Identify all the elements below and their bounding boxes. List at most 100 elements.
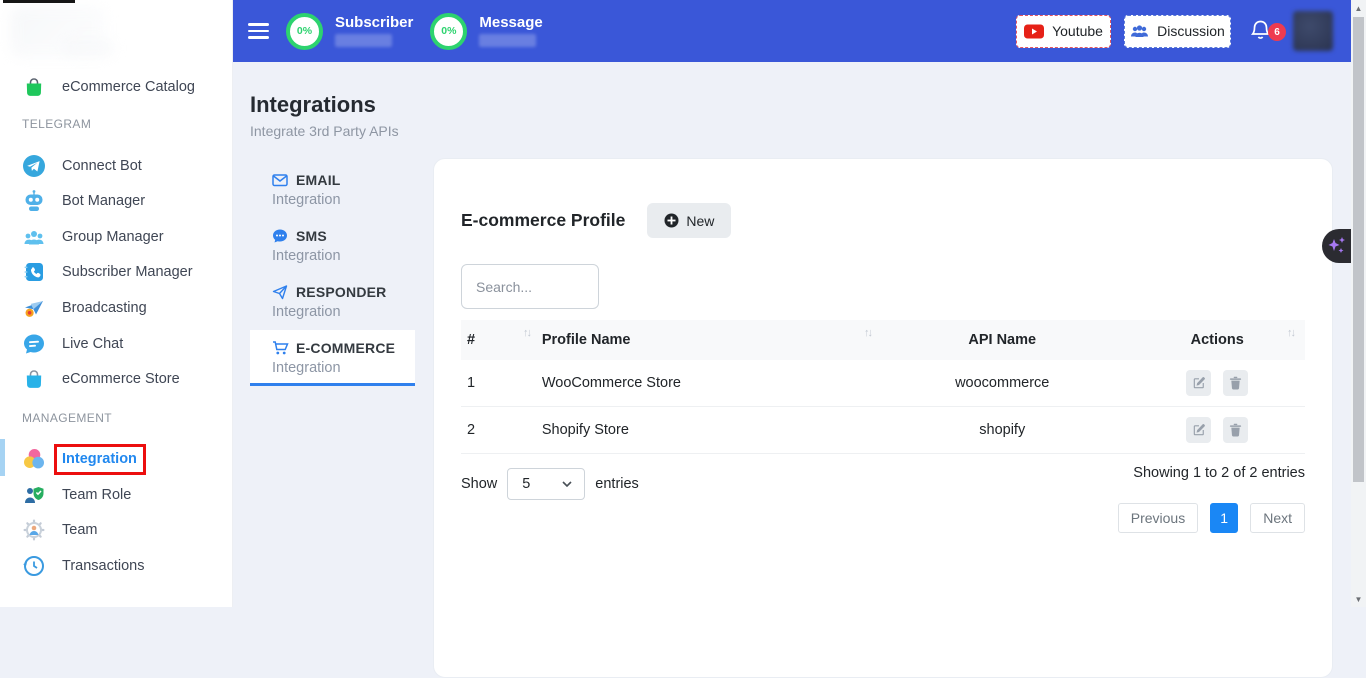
top-header: 0% Subscriber 0% Message Youtube Discuss… <box>233 0 1366 62</box>
vertical-scrollbar[interactable]: ▲ ▼ <box>1351 0 1366 607</box>
ai-assistant-button[interactable] <box>1322 229 1351 263</box>
subnav-item-email[interactable]: EMAIL Integration <box>250 162 415 218</box>
new-button-label: New <box>686 213 714 229</box>
sidebar-item-label: eCommerce Catalog <box>62 79 195 95</box>
subnav-label: E-COMMERCE <box>296 340 395 356</box>
edit-button[interactable] <box>1186 370 1211 396</box>
cell-api-name: woocommerce <box>875 375 1129 391</box>
sidebar-item-ecommerce-catalog[interactable]: eCommerce Catalog <box>0 72 233 102</box>
pagination-previous[interactable]: Previous <box>1118 503 1198 533</box>
table-row: 2 Shopify Store shopify <box>461 407 1305 454</box>
logo-redaction-line <box>3 0 75 3</box>
scrollbar-down-arrow[interactable]: ▼ <box>1351 591 1366 607</box>
subnav-item-ecommerce[interactable]: E-COMMERCE Integration <box>250 330 415 386</box>
subnav-sublabel: Integration <box>272 192 415 208</box>
logo-blurred-text <box>62 38 114 58</box>
subnav-sublabel: Integration <box>272 360 415 376</box>
cell-actions <box>1129 370 1305 396</box>
profiles-table: # Profile Name API Name Actions ↑↓ ↑↓ ↑↓… <box>461 320 1305 454</box>
entries-label: entries <box>595 476 639 492</box>
sort-icon[interactable]: ↑↓ <box>523 327 530 339</box>
sidebar-item-team[interactable]: Team <box>0 515 233 545</box>
scrollbar-thumb[interactable] <box>1353 17 1364 482</box>
sidebar-item-subscriber-manager[interactable]: Subscriber Manager <box>0 257 233 287</box>
subnav-label: EMAIL <box>296 172 341 188</box>
sidebar-item-group-manager[interactable]: Group Manager <box>0 222 233 252</box>
sidebar-item-team-role[interactable]: Team Role <box>0 480 233 510</box>
sparkles-icon <box>1326 234 1348 258</box>
sort-icon[interactable]: ↑↓ <box>1287 327 1294 339</box>
sidebar-item-label: Broadcasting <box>62 300 147 316</box>
sidebar-item-label: Subscriber Manager <box>62 264 193 280</box>
delete-button[interactable] <box>1223 370 1248 396</box>
sidebar-section-telegram: TELEGRAM <box>22 117 91 131</box>
robot-icon <box>22 189 46 213</box>
hamburger-menu-icon[interactable] <box>248 19 269 43</box>
main-content: Integrations Integrate 3rd Party APIs EM… <box>233 62 1366 607</box>
column-header-api-name[interactable]: API Name <box>875 332 1129 348</box>
new-button[interactable]: New <box>647 203 731 238</box>
delete-button[interactable] <box>1223 417 1248 443</box>
search-input[interactable] <box>461 264 599 309</box>
cell-profile-name: WooCommerce Store <box>536 375 875 391</box>
chat-bubble-icon <box>22 332 46 356</box>
sidebar-item-bot-manager[interactable]: Bot Manager <box>0 186 233 216</box>
sidebar-item-label: Team Role <box>62 487 131 503</box>
sidebar-item-connect-bot[interactable]: Connect Bot <box>0 151 233 181</box>
avatar[interactable] <box>1293 11 1333 51</box>
subnav-label: SMS <box>296 228 327 244</box>
role-shield-icon <box>22 483 46 507</box>
youtube-button[interactable]: Youtube <box>1016 15 1111 48</box>
discussion-button[interactable]: Discussion <box>1124 15 1231 48</box>
youtube-icon <box>1024 24 1044 39</box>
discussion-people-icon <box>1130 24 1149 39</box>
edit-button[interactable] <box>1186 417 1211 443</box>
plus-circle-icon <box>664 213 679 228</box>
annotation-red-box <box>54 444 146 475</box>
chevron-down-icon <box>562 481 572 487</box>
subscriber-stat-blurred-value <box>335 34 392 47</box>
ecommerce-profile-card: E-commerce Profile New # Profile Name AP… <box>433 158 1333 678</box>
sidebar-section-management: MANAGEMENT <box>22 411 112 425</box>
cell-profile-name: Shopify Store <box>536 422 875 438</box>
sidebar: eCommerce Catalog TELEGRAM Connect Bot B… <box>0 0 233 607</box>
subscriber-stat-label: Subscriber <box>335 15 413 31</box>
sidebar-item-label: Transactions <box>62 558 144 574</box>
message-stat-label: Message <box>479 15 542 31</box>
subnav-item-sms[interactable]: SMS Integration <box>250 218 415 274</box>
column-header-profile-name[interactable]: Profile Name <box>536 332 875 348</box>
showing-entries-text: Showing 1 to 2 of 2 entries <box>1133 465 1305 481</box>
sidebar-item-label: eCommerce Store <box>62 371 180 387</box>
sidebar-item-label: Group Manager <box>62 229 164 245</box>
page-size-select[interactable]: 5 <box>507 468 585 500</box>
subnav-label: RESPONDER <box>296 284 386 300</box>
notification-badge: 6 <box>1268 23 1286 41</box>
discussion-button-label: Discussion <box>1157 23 1225 39</box>
sidebar-item-live-chat[interactable]: Live Chat <box>0 329 233 359</box>
sidebar-item-ecommerce-store[interactable]: eCommerce Store <box>0 364 233 394</box>
email-icon <box>272 172 289 188</box>
pagination: Previous 1 Next <box>1106 503 1305 533</box>
cell-num: 1 <box>461 375 536 391</box>
page-size-value: 5 <box>522 476 530 492</box>
pagination-page-1[interactable]: 1 <box>1210 503 1238 533</box>
contact-book-icon <box>22 260 46 284</box>
integration-circles-icon <box>22 447 46 471</box>
subnav-sublabel: Integration <box>272 248 415 264</box>
column-header-actions[interactable]: Actions <box>1129 332 1305 348</box>
sidebar-item-label: Connect Bot <box>62 158 142 174</box>
integration-subnav: EMAIL Integration SMS Integration RESPON… <box>250 162 415 386</box>
shopping-bag-green-icon <box>22 75 46 99</box>
subnav-item-responder[interactable]: RESPONDER Integration <box>250 274 415 330</box>
telegram-icon <box>22 154 46 178</box>
sidebar-item-transactions[interactable]: Transactions <box>0 551 233 581</box>
sidebar-item-label: Live Chat <box>62 336 123 352</box>
pagination-next[interactable]: Next <box>1250 503 1305 533</box>
sidebar-item-broadcasting[interactable]: Broadcasting <box>0 293 233 323</box>
sms-icon <box>272 228 289 244</box>
notifications-bell[interactable]: 6 <box>1249 14 1283 48</box>
sort-icon[interactable]: ↑↓ <box>864 327 871 339</box>
broadcast-plane-icon <box>22 296 46 320</box>
group-people-icon <box>22 225 46 249</box>
scrollbar-up-arrow[interactable]: ▲ <box>1351 0 1366 16</box>
